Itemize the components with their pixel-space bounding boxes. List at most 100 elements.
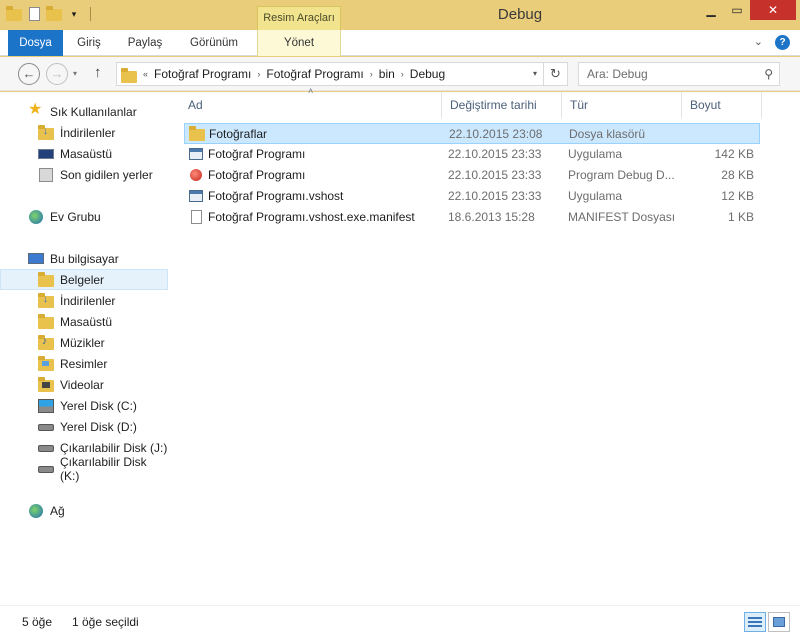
ribbon-controls: ⌄ ? [754, 35, 790, 50]
close-button[interactable]: ✕ [750, 0, 796, 20]
divider [90, 7, 91, 21]
nav-item-music[interactable]: Müzikler [0, 332, 168, 353]
nav-label: Masaüstü [60, 146, 113, 161]
file-row[interactable]: Fotoğraf Programı.vshost.exe.manifest 18… [184, 207, 760, 228]
chevron-right-icon[interactable]: › [401, 69, 404, 79]
up-button[interactable]: ↑ [94, 64, 102, 81]
ribbon-tabs: Dosya Giriş Paylaş Görünüm Yönet ⌄ ? [0, 30, 800, 56]
desktop-folder-icon [38, 313, 54, 330]
expand-ribbon-icon[interactable]: ⌄ [754, 35, 763, 50]
folder-icon[interactable] [6, 6, 22, 22]
address-dropdown-icon[interactable]: ▾ [533, 69, 537, 78]
file-type: Uygulama [568, 147, 623, 161]
nav-label: İndirilenler [60, 125, 116, 140]
tab-share[interactable]: Paylaş [124, 30, 166, 56]
item-count: 5 öğe [22, 615, 53, 629]
file-row[interactable]: Fotoğraf Programı 22.10.2015 23:33 Uygul… [184, 144, 760, 165]
nav-item-pictures[interactable]: Resimler [0, 353, 168, 374]
nav-item-documents[interactable]: Belgeler [0, 269, 168, 290]
file-row[interactable]: Fotoğraf Programı 22.10.2015 23:33 Progr… [184, 165, 760, 186]
nav-label: Çıkarılabilir Disk (K:) [60, 454, 147, 483]
folder-icon [121, 67, 137, 83]
file-name: Fotoğraf Programı [208, 147, 306, 161]
minimize-button[interactable]: ▁ [698, 0, 724, 20]
recent-locations-dropdown-icon[interactable]: ▾ [73, 69, 77, 78]
nav-item-videos[interactable]: Videolar [0, 374, 168, 395]
downloads-folder-icon [38, 292, 54, 309]
documents-folder-icon [38, 271, 54, 288]
nav-item-desktop[interactable]: Masaüstü [0, 143, 168, 164]
nav-label: Yerel Disk (D:) [60, 419, 137, 434]
file-row[interactable]: Fotoğraflar 22.10.2015 23:08 Dosya klasö… [184, 123, 760, 144]
selection-count: 1 öğe seçildi [72, 615, 139, 629]
back-button[interactable]: ← [18, 63, 40, 85]
nav-label: Müzikler [60, 335, 105, 350]
breadcrumb-item[interactable]: Debug [410, 67, 445, 81]
main-area: ★ Sık Kullanılanlar İndirilenler Masaüst… [0, 86, 800, 605]
search-input[interactable]: Ara: Debug ⚲ [578, 62, 780, 86]
file-type: Uygulama [568, 189, 623, 203]
properties-icon[interactable] [26, 6, 42, 22]
search-placeholder: Ara: Debug [587, 67, 648, 81]
file-name: Fotoğraflar [209, 127, 268, 141]
column-header-date[interactable]: Değiştirme tarihi [442, 92, 562, 118]
nav-label: Masaüstü [60, 314, 113, 329]
nav-item-recent[interactable]: Son gidilen yerler [0, 164, 168, 185]
downloads-folder-icon [38, 124, 54, 141]
nav-network[interactable]: Ağ [0, 500, 168, 521]
tab-home[interactable]: Giriş [70, 30, 108, 56]
large-icons-view-icon [773, 617, 785, 627]
breadcrumb-overflow[interactable]: « [143, 69, 148, 79]
nav-label: Ağ [50, 503, 65, 518]
nav-this-pc[interactable]: Bu bilgisayar [0, 248, 168, 269]
application-icon [188, 146, 204, 162]
tab-manage[interactable]: Yönet [257, 30, 341, 56]
column-header-type[interactable]: Tür [562, 92, 682, 118]
file-date: 22.10.2015 23:33 [448, 168, 542, 182]
large-icons-view-button[interactable] [768, 612, 790, 632]
file-type: MANIFEST Dosyası [568, 210, 676, 224]
nav-homegroup[interactable]: Ev Grubu [0, 206, 168, 227]
nav-favorites[interactable]: ★ Sık Kullanılanlar [0, 101, 168, 122]
file-list: ˄ Ad Değiştirme tarihi Tür Boyut Fotoğra… [180, 86, 780, 605]
nav-label: Videolar [60, 377, 104, 392]
nav-item-downloads[interactable]: İndirilenler [0, 122, 168, 143]
breadcrumb-item[interactable]: Fotoğraf Programı [154, 67, 251, 81]
file-date: 22.10.2015 23:33 [448, 189, 542, 203]
column-header-size[interactable]: Boyut [682, 92, 762, 118]
chevron-right-icon[interactable]: › [257, 69, 260, 79]
file-type: Dosya klasörü [569, 127, 646, 141]
file-row[interactable]: Fotoğraf Programı.vshost 22.10.2015 23:3… [184, 186, 760, 207]
nav-item-downloads[interactable]: İndirilenler [0, 290, 168, 311]
nav-item-disk-k[interactable]: Çıkarılabilir Disk (K:) [0, 455, 168, 483]
address-bar[interactable]: « Fotoğraf Programı › Fotoğraf Programı … [116, 62, 568, 86]
chevron-right-icon[interactable]: › [370, 69, 373, 79]
breadcrumb-item[interactable]: Fotoğraf Programı [266, 67, 363, 81]
tab-file[interactable]: Dosya [8, 30, 63, 56]
nav-label: Sık Kullanılanlar [50, 104, 137, 119]
tab-view[interactable]: Görünüm [184, 30, 244, 56]
customize-dropdown-icon[interactable]: ▾ [66, 6, 82, 22]
contextual-tab-group: Resim Araçları [257, 6, 341, 30]
nav-item-desktop[interactable]: Masaüstü [0, 311, 168, 332]
maximize-button[interactable]: ▭ [724, 0, 750, 20]
forward-button[interactable]: → [46, 63, 68, 85]
file-size: 28 KB [721, 168, 754, 182]
music-folder-icon [38, 334, 54, 351]
help-icon[interactable]: ? [775, 35, 790, 50]
refresh-icon[interactable]: ↻ [543, 63, 567, 85]
search-icon[interactable]: ⚲ [764, 63, 773, 85]
nav-item-disk-c[interactable]: Yerel Disk (C:) [0, 395, 168, 416]
disk-icon [38, 419, 54, 435]
nav-label: Bu bilgisayar [50, 251, 119, 266]
title-bar: ▾ Resim Araçları Debug ▁ ▭ ✕ [0, 0, 800, 30]
column-header-name[interactable]: Ad [180, 92, 442, 118]
breadcrumb-item[interactable]: bin [379, 67, 395, 81]
new-folder-icon[interactable] [46, 6, 62, 22]
details-view-button[interactable] [744, 612, 766, 632]
nav-item-disk-d[interactable]: Yerel Disk (D:) [0, 416, 168, 437]
application-icon [188, 188, 204, 204]
debug-database-icon [188, 167, 204, 183]
navigation-pane: ★ Sık Kullanılanlar İndirilenler Masaüst… [0, 92, 170, 605]
nav-label: Ev Grubu [50, 209, 101, 224]
